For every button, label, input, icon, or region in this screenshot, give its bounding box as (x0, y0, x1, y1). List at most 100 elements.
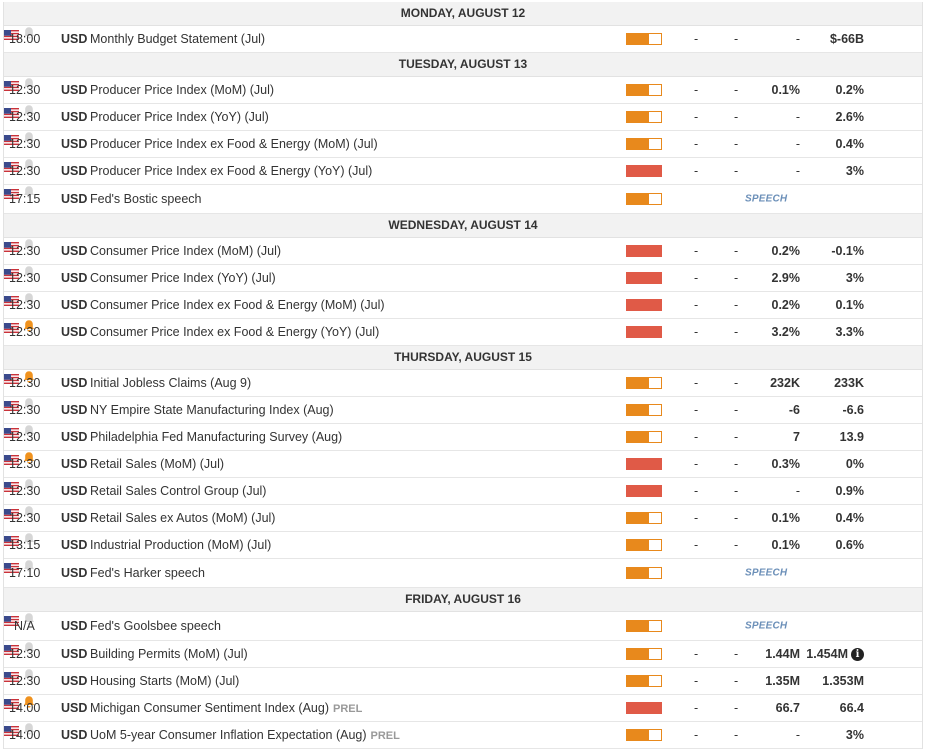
event-value-2: - (734, 511, 739, 525)
event-value-3: 2.9% (772, 271, 801, 285)
importance-fill (627, 676, 650, 686)
importance-fill (627, 730, 650, 740)
event-time: 13:15 (9, 538, 41, 552)
event-name[interactable]: Michigan Consumer Sentiment Index (Aug) P… (90, 701, 362, 715)
event-value-4: 3% (846, 728, 864, 742)
event-row[interactable]: 17:10 USD Fed's Harker speech SPEECH (4, 559, 922, 588)
event-value-3: - (796, 137, 800, 151)
event-name[interactable]: Fed's Harker speech (90, 566, 205, 580)
event-row[interactable]: 12:30 USD Consumer Price Index ex Food &… (4, 292, 922, 319)
event-title: Housing Starts (MoM) (Jul) (90, 674, 240, 688)
event-row[interactable]: 12:30 USD Philadelphia Fed Manufacturing… (4, 424, 922, 451)
importance-fill (627, 273, 661, 283)
event-time: 14:00 (9, 701, 41, 715)
event-name[interactable]: Producer Price Index (YoY) (Jul) (90, 110, 269, 124)
importance-fill (627, 112, 650, 122)
event-name[interactable]: Housing Starts (MoM) (Jul) (90, 674, 239, 688)
event-row[interactable]: 14:00 USD Michigan Consumer Sentiment In… (4, 695, 922, 722)
value-text: 0.1% (835, 298, 865, 312)
value-text: 7 (793, 430, 800, 444)
event-row[interactable]: 14:00 USD UoM 5-year Consumer Inflation … (4, 722, 922, 749)
event-name[interactable]: Producer Price Index (MoM) (Jul) (90, 83, 274, 97)
event-row[interactable]: 12:30 USD Retail Sales Control Group (Ju… (4, 478, 922, 505)
event-row[interactable]: N/A USD Fed's Goolsbee speech SPEECH (4, 612, 922, 641)
event-name[interactable]: Retail Sales Control Group (Jul) (90, 484, 266, 498)
event-name[interactable]: Consumer Price Index ex Food & Energy (Y… (90, 325, 379, 339)
event-title: Consumer Price Index (YoY) (Jul) (90, 271, 276, 285)
value-text: 3% (845, 271, 864, 285)
event-value-3: 0.1% (772, 538, 801, 552)
event-name[interactable]: Producer Price Index ex Food & Energy (M… (90, 137, 378, 151)
event-name[interactable]: Retail Sales (MoM) (Jul) (90, 457, 224, 471)
importance-indicator (626, 299, 662, 311)
event-name[interactable]: Retail Sales ex Autos (MoM) (Jul) (90, 511, 275, 525)
value-text: 1.35M (765, 674, 800, 688)
event-row[interactable]: 12:30 USD Retail Sales ex Autos (MoM) (J… (4, 505, 922, 532)
event-name[interactable]: Fed's Goolsbee speech (90, 619, 221, 633)
event-name[interactable]: Industrial Production (MoM) (Jul) (90, 538, 271, 552)
day-header: WEDNESDAY, AUGUST 14 (4, 214, 922, 238)
importance-indicator (626, 648, 662, 660)
economic-calendar: MONDAY, AUGUST 12 18:00 USD Monthly Budg… (3, 2, 923, 749)
event-name[interactable]: Consumer Price Index ex Food & Energy (M… (90, 298, 385, 312)
event-value-1: - (694, 484, 699, 498)
event-time: 12:30 (9, 271, 41, 285)
value-text: 0.1% (771, 83, 801, 97)
event-row[interactable]: 13:15 USD Industrial Production (MoM) (J… (4, 532, 922, 559)
event-row[interactable]: 18:00 USD Monthly Budget Statement (Jul)… (4, 26, 922, 53)
event-time: 12:30 (9, 647, 41, 661)
event-value-1: - (694, 137, 699, 151)
event-row[interactable]: 12:30 USD Consumer Price Index (MoM) (Ju… (4, 238, 922, 265)
event-row[interactable]: 12:30 USD NY Empire State Manufacturing … (4, 397, 922, 424)
event-name[interactable]: Monthly Budget Statement (Jul) (90, 32, 265, 46)
event-value-3: 0.1% (772, 511, 801, 525)
event-row[interactable]: 12:30 USD Producer Price Index (YoY) (Ju… (4, 104, 922, 131)
event-value-4: 1.353M (822, 674, 864, 688)
event-row[interactable]: 17:15 USD Fed's Bostic speech SPEECH (4, 185, 922, 214)
event-name[interactable]: Fed's Bostic speech (90, 192, 201, 206)
event-value-1: - (694, 271, 699, 285)
event-name[interactable]: Consumer Price Index (MoM) (Jul) (90, 244, 281, 258)
prel-tag: PREL (333, 703, 363, 715)
event-title: Industrial Production (MoM) (Jul) (90, 538, 272, 552)
event-time: 12:30 (9, 484, 41, 498)
event-name[interactable]: Building Permits (MoM) (Jul) (90, 647, 248, 661)
event-row[interactable]: 12:30 USD Producer Price Index ex Food &… (4, 131, 922, 158)
event-row[interactable]: 12:30 USD Housing Starts (MoM) (Jul) - -… (4, 668, 922, 695)
event-name[interactable]: NY Empire State Manufacturing Index (Aug… (90, 403, 334, 417)
info-icon[interactable]: i (851, 648, 864, 661)
importance-indicator (626, 702, 662, 714)
event-value-2: - (734, 376, 739, 390)
event-row[interactable]: 12:30 USD Building Permits (MoM) (Jul) -… (4, 641, 922, 668)
event-name[interactable]: Initial Jobless Claims (Aug 9) (90, 376, 251, 390)
event-row[interactable]: 12:30 USD Consumer Price Index (YoY) (Ju… (4, 265, 922, 292)
event-value-2: - (734, 164, 739, 178)
event-row[interactable]: 12:30 USD Producer Price Index (MoM) (Ju… (4, 77, 922, 104)
event-time: 12:30 (9, 511, 41, 525)
event-value-1: - (694, 110, 699, 124)
importance-fill (627, 621, 650, 631)
event-row[interactable]: 12:30 USD Retail Sales (MoM) (Jul) - - 0… (4, 451, 922, 478)
importance-indicator (626, 377, 662, 389)
event-value-3: 66.7 (776, 701, 800, 715)
event-name[interactable]: Philadelphia Fed Manufacturing Survey (A… (90, 430, 342, 444)
event-name[interactable]: Producer Price Index ex Food & Energy (Y… (90, 164, 372, 178)
event-value-2: - (734, 457, 739, 471)
event-title: Producer Price Index ex Food & Energy (Y… (90, 164, 373, 178)
event-row[interactable]: 12:30 USD Producer Price Index ex Food &… (4, 158, 922, 185)
event-value-2: - (734, 325, 739, 339)
event-currency: USD (61, 164, 88, 178)
value-text: 233K (834, 376, 864, 390)
event-currency: USD (61, 271, 88, 285)
event-value-4: 66.4 (840, 701, 864, 715)
value-text: 0.1% (771, 511, 801, 525)
event-row[interactable]: 12:30 USD Consumer Price Index ex Food &… (4, 319, 922, 346)
event-name[interactable]: UoM 5-year Consumer Inflation Expectatio… (90, 728, 400, 742)
speech-label: SPEECH (745, 193, 788, 205)
event-value-2: - (734, 83, 739, 97)
event-name[interactable]: Consumer Price Index (YoY) (Jul) (90, 271, 276, 285)
event-row[interactable]: 12:30 USD Initial Jobless Claims (Aug 9)… (4, 370, 922, 397)
event-time: 12:30 (9, 244, 41, 258)
importance-fill (627, 703, 661, 713)
event-value-4: 1.454M i (806, 647, 864, 661)
